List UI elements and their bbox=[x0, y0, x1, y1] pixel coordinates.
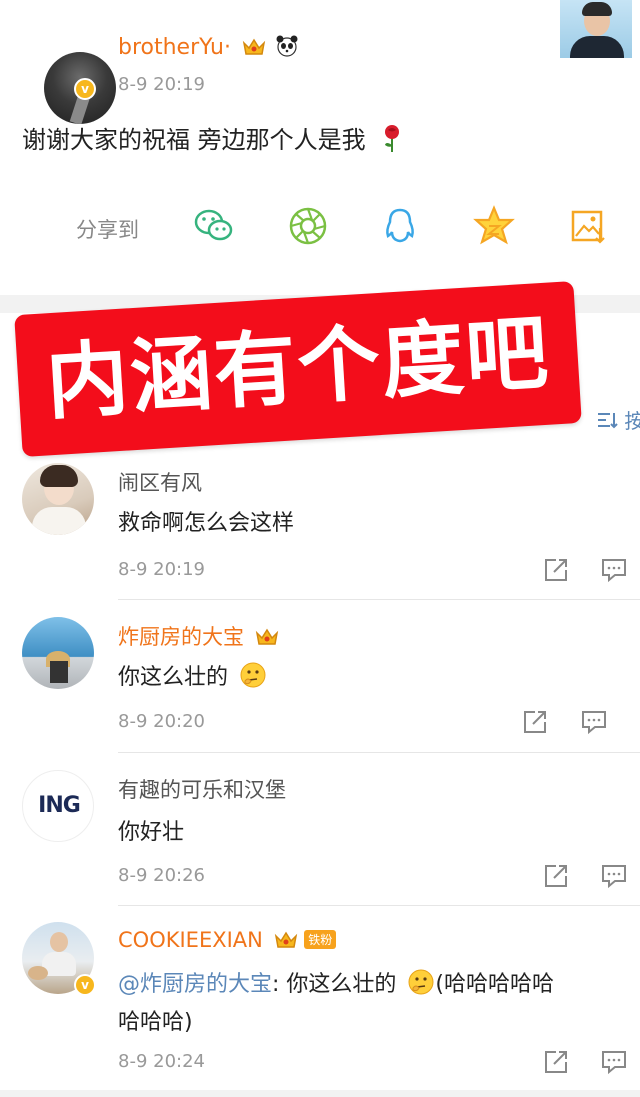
wechat-icon[interactable] bbox=[192, 204, 236, 248]
post-time: 8-9 20:19 bbox=[118, 74, 205, 95]
qzone-icon[interactable] bbox=[472, 204, 516, 248]
avatar-logo-text: ING bbox=[38, 793, 81, 818]
rose-emoji-icon bbox=[385, 125, 400, 152]
comment-item: v COOKIEEXIAN 铁粉 @炸厨房的大宝: 你这么壮的 (哈哈哈哈哈 哈… bbox=[0, 912, 640, 1097]
comment-item: ING 有趣的可乐和汉堡 你好壮 8-9 20:26 bbox=[0, 758, 640, 908]
crown-icon bbox=[242, 38, 266, 55]
repost-icon[interactable] bbox=[543, 1049, 569, 1075]
reply-icon[interactable] bbox=[581, 709, 607, 735]
comment-time: 8-9 20:24 bbox=[118, 1051, 205, 1072]
weibo-post: v brotherYu· 8-9 20:19 谢谢大家的祝福 旁边那个人是我 分… bbox=[0, 0, 640, 295]
qq-icon[interactable] bbox=[378, 204, 422, 248]
reply-icon[interactable] bbox=[601, 1049, 627, 1075]
mention-link[interactable]: @炸厨房的大宝 bbox=[118, 972, 272, 997]
share-label: 分享到 bbox=[76, 218, 139, 242]
repost-icon[interactable] bbox=[522, 709, 548, 735]
reply-icon[interactable] bbox=[601, 557, 627, 583]
comment-separator bbox=[118, 905, 640, 906]
comment-username[interactable]: 闹区有风 bbox=[118, 467, 202, 497]
sort-button[interactable]: 按 bbox=[596, 405, 640, 434]
comment-avatar[interactable] bbox=[22, 463, 94, 535]
panda-icon bbox=[276, 35, 298, 57]
comment-text: @炸厨房的大宝: 你这么壮的 (哈哈哈哈哈 bbox=[118, 966, 554, 998]
comment-username[interactable]: 有趣的可乐和汉堡 bbox=[118, 774, 286, 804]
comment-separator bbox=[118, 599, 640, 600]
comment-time: 8-9 20:26 bbox=[118, 865, 205, 886]
think-emoji-icon bbox=[408, 969, 434, 995]
comment-username[interactable]: COOKIEEXIAN 铁粉 bbox=[118, 928, 337, 952]
comment-text: 救命啊怎么会这样 bbox=[118, 511, 295, 536]
comment-time: 8-9 20:19 bbox=[118, 559, 205, 580]
verified-icon: v bbox=[74, 78, 96, 100]
comment-separator bbox=[118, 752, 640, 753]
sort-icon bbox=[598, 413, 618, 429]
crown-icon bbox=[255, 628, 278, 645]
corner-photo bbox=[560, 0, 632, 58]
post-username[interactable]: brotherYu· bbox=[118, 34, 299, 60]
comment-text: 你这么壮的 bbox=[118, 659, 267, 691]
crown-icon bbox=[274, 931, 297, 948]
comment-item: 闹区有风 救命啊怎么会这样 8-9 20:19 bbox=[0, 455, 640, 600]
comment-avatar[interactable]: ING bbox=[22, 770, 94, 842]
repost-icon[interactable] bbox=[543, 557, 569, 583]
post-text: 谢谢大家的祝福 旁边那个人是我 bbox=[22, 120, 405, 155]
comment-avatar[interactable] bbox=[22, 617, 94, 689]
comment-text-line2: 哈哈哈) bbox=[118, 1010, 193, 1035]
comment-username[interactable]: 炸厨房的大宝 bbox=[118, 621, 279, 651]
think-emoji-icon bbox=[240, 662, 266, 688]
verified-icon: v bbox=[74, 974, 96, 996]
fan-badge: 铁粉 bbox=[304, 930, 337, 949]
post-avatar[interactable]: v bbox=[22, 26, 116, 124]
comment-text: 你好壮 bbox=[118, 820, 185, 845]
comment-item: 炸厨房的大宝 你这么壮的 8-9 20:20 bbox=[0, 605, 640, 755]
reply-icon[interactable] bbox=[601, 863, 627, 889]
save-image-icon[interactable] bbox=[566, 204, 610, 248]
share-row: 分享到 bbox=[0, 200, 640, 256]
repost-icon[interactable] bbox=[543, 863, 569, 889]
comment-time: 8-9 20:20 bbox=[118, 711, 205, 732]
comment-avatar[interactable]: v bbox=[22, 922, 96, 996]
bottom-divider bbox=[0, 1090, 640, 1097]
moments-icon[interactable] bbox=[286, 204, 330, 248]
